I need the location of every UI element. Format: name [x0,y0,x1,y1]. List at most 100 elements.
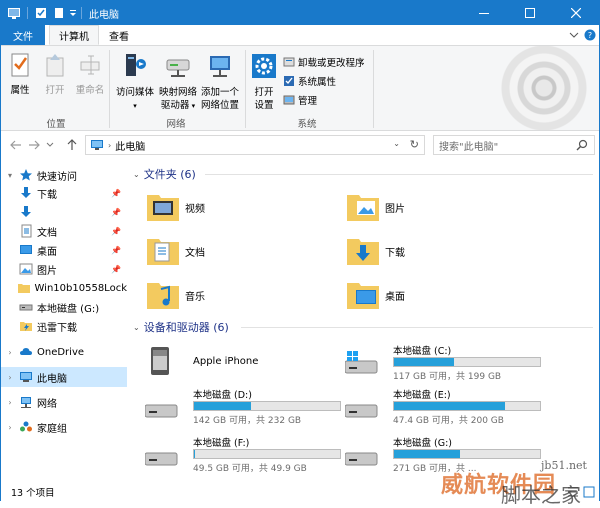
rename-button[interactable]: 重命名 [73,52,107,97]
explorer-window: 此电脑 文件 计算机 查看 ? 属性 打开 重命名 位置 访问媒体 ▾ 映射网络… [0,0,600,507]
pin-icon[interactable]: 📌 [111,265,121,274]
drive-e[interactable]: 本地磁盘 (E:) 47.4 GB 可用，共 200 GB [339,385,541,426]
refresh-icon[interactable]: ↻ [410,138,419,151]
properties-quick-icon[interactable] [34,5,48,21]
address-dropdown-icon[interactable]: ⌄ [393,139,400,148]
folder-music[interactable]: 音乐 [145,275,205,315]
nav-item-documents[interactable]: 文档 📌 [1,221,127,241]
desktop-icon [20,245,32,254]
drive-name: 本地磁盘 (E:) [393,390,451,401]
open-settings-button[interactable]: 打开 设置 [249,52,279,112]
chevron-down-icon[interactable]: ▾ [5,171,15,180]
nav-item-thunder-downloads[interactable]: 迅雷下载 [1,316,127,336]
maximize-button[interactable] [507,1,553,25]
manage-button[interactable]: 管理 [283,92,317,108]
nav-onedrive[interactable]: › OneDrive [1,342,127,362]
drive-usage-bar [193,449,341,459]
pin-icon[interactable]: 📌 [111,189,121,198]
properties-button[interactable]: 属性 [5,52,35,97]
chevron-right-icon[interactable]: › [5,423,15,432]
customize-quick-access-icon[interactable] [68,5,78,21]
device-iphone[interactable]: Apple iPhone [139,341,339,381]
nav-homegroup[interactable]: › 家庭组 [1,417,127,437]
chevron-down-icon[interactable] [567,29,581,41]
system-properties-button[interactable]: 系统属性 [283,73,336,89]
back-arrow-icon[interactable] [9,138,23,152]
add-location-label-1: 添加一个 [200,87,239,98]
nav-label: 网络 [37,398,57,410]
music-folder-icon [147,283,179,309]
folder-downloads[interactable]: 下载 [345,231,405,271]
address-bar[interactable]: › 此电脑 ⌄ ↻ [85,135,425,155]
up-arrow-icon[interactable] [65,138,79,152]
chevron-right-icon[interactable]: › [5,373,15,382]
folder-videos[interactable]: 视频 [145,187,205,227]
nav-label: Win10b10558Lock [34,282,127,294]
large-icons-view-icon[interactable] [583,486,595,498]
media-server-icon [113,52,157,84]
breadcrumb-chevron-icon[interactable]: › [108,141,111,150]
chevron-right-icon[interactable]: › [5,398,15,407]
breadcrumb-this-pc[interactable]: 此电脑 [115,138,145,153]
forward-arrow-icon[interactable] [27,138,41,152]
drive-d[interactable]: 本地磁盘 (D:) 142 GB 可用，共 232 GB [139,385,341,426]
drive-usage-bar [393,449,541,459]
nav-label: 下载 [37,189,57,201]
recent-locations-chevron-icon[interactable] [45,138,55,152]
search-box[interactable]: 搜索"此电脑" [433,135,595,155]
new-folder-quick-icon[interactable] [52,5,66,21]
drive-f[interactable]: 本地磁盘 (F:) 49.5 GB 可用，共 49.9 GB [139,433,341,474]
portable-device-icon [151,347,169,375]
nav-item-downloads-2[interactable]: 📌 [1,202,127,222]
group-label-location: 位置 [46,119,66,130]
folder-desktop[interactable]: 桌面 [345,275,405,315]
separator [27,7,28,19]
help-icon[interactable]: ? [583,29,597,41]
drive-c[interactable]: 本地磁盘 (C:) 117 GB 可用，共 199 GB [339,341,541,382]
network-drive-icon [157,52,199,84]
nav-item-desktop[interactable]: 桌面 📌 [1,240,127,260]
folders-section-header[interactable]: ⌄ 文件夹 (6) [129,165,196,183]
manage-icon [283,95,295,105]
nav-this-pc[interactable]: › 此电脑 [1,367,127,387]
drive-info: 47.4 GB 可用，共 200 GB [393,416,504,426]
drive-usage-fill [194,402,251,410]
homegroup-icon [20,421,32,432]
document-icon [21,224,32,238]
pin-icon[interactable]: 📌 [111,246,121,255]
pin-icon[interactable]: 📌 [111,208,121,217]
rename-label: 重命名 [75,85,105,96]
folder-pictures[interactable]: 图片 [345,187,405,227]
nav-item-downloads[interactable]: 下载 📌 [1,183,127,203]
tab-view[interactable]: 查看 [101,25,137,45]
map-network-drive-button[interactable]: 映射网络 驱动器 ▾ [157,52,199,113]
chevron-down-icon[interactable]: ⌄ [133,323,140,332]
nav-label: 家庭组 [37,423,67,435]
star-icon [20,169,32,181]
nav-item-drive-g[interactable]: 本地磁盘 (G:) [1,297,127,317]
drive-usage-bar [393,401,541,411]
nav-network[interactable]: › 网络 [1,392,127,412]
item-count: 13 个项目 [11,488,55,499]
gear-icon [249,52,279,84]
access-media-button[interactable]: 访问媒体 ▾ [113,52,157,113]
nav-quick-access[interactable]: ▾ 快速访问 [1,165,127,185]
tab-file[interactable]: 文件 [1,25,45,45]
chevron-down-icon[interactable]: ⌄ [133,170,140,179]
tab-computer[interactable]: 计算机 [49,25,99,45]
uninstall-program-button[interactable]: 卸载或更改程序 [283,54,365,70]
folder-documents[interactable]: 文档 [145,231,205,271]
open-button[interactable]: 打开 [39,52,71,97]
nav-item-pictures[interactable]: 图片 📌 [1,259,127,279]
nav-label: 本地磁盘 (G:) [37,303,100,315]
nav-item-win10-folder[interactable]: Win10b10558Lock [1,278,127,298]
close-button[interactable] [553,1,599,25]
pin-icon[interactable]: 📌 [111,227,121,236]
chevron-right-icon[interactable]: › [5,348,15,357]
add-network-location-button[interactable]: 添加一个 网络位置 [199,52,241,112]
devices-section-header[interactable]: ⌄ 设备和驱动器 (6) [129,318,229,336]
drive-usage-bar [193,401,341,411]
minimize-button[interactable] [461,1,507,25]
watermark-sub: 脚本之家 [501,483,581,507]
ribbon-tabs: 文件 计算机 查看 ? [1,25,599,45]
